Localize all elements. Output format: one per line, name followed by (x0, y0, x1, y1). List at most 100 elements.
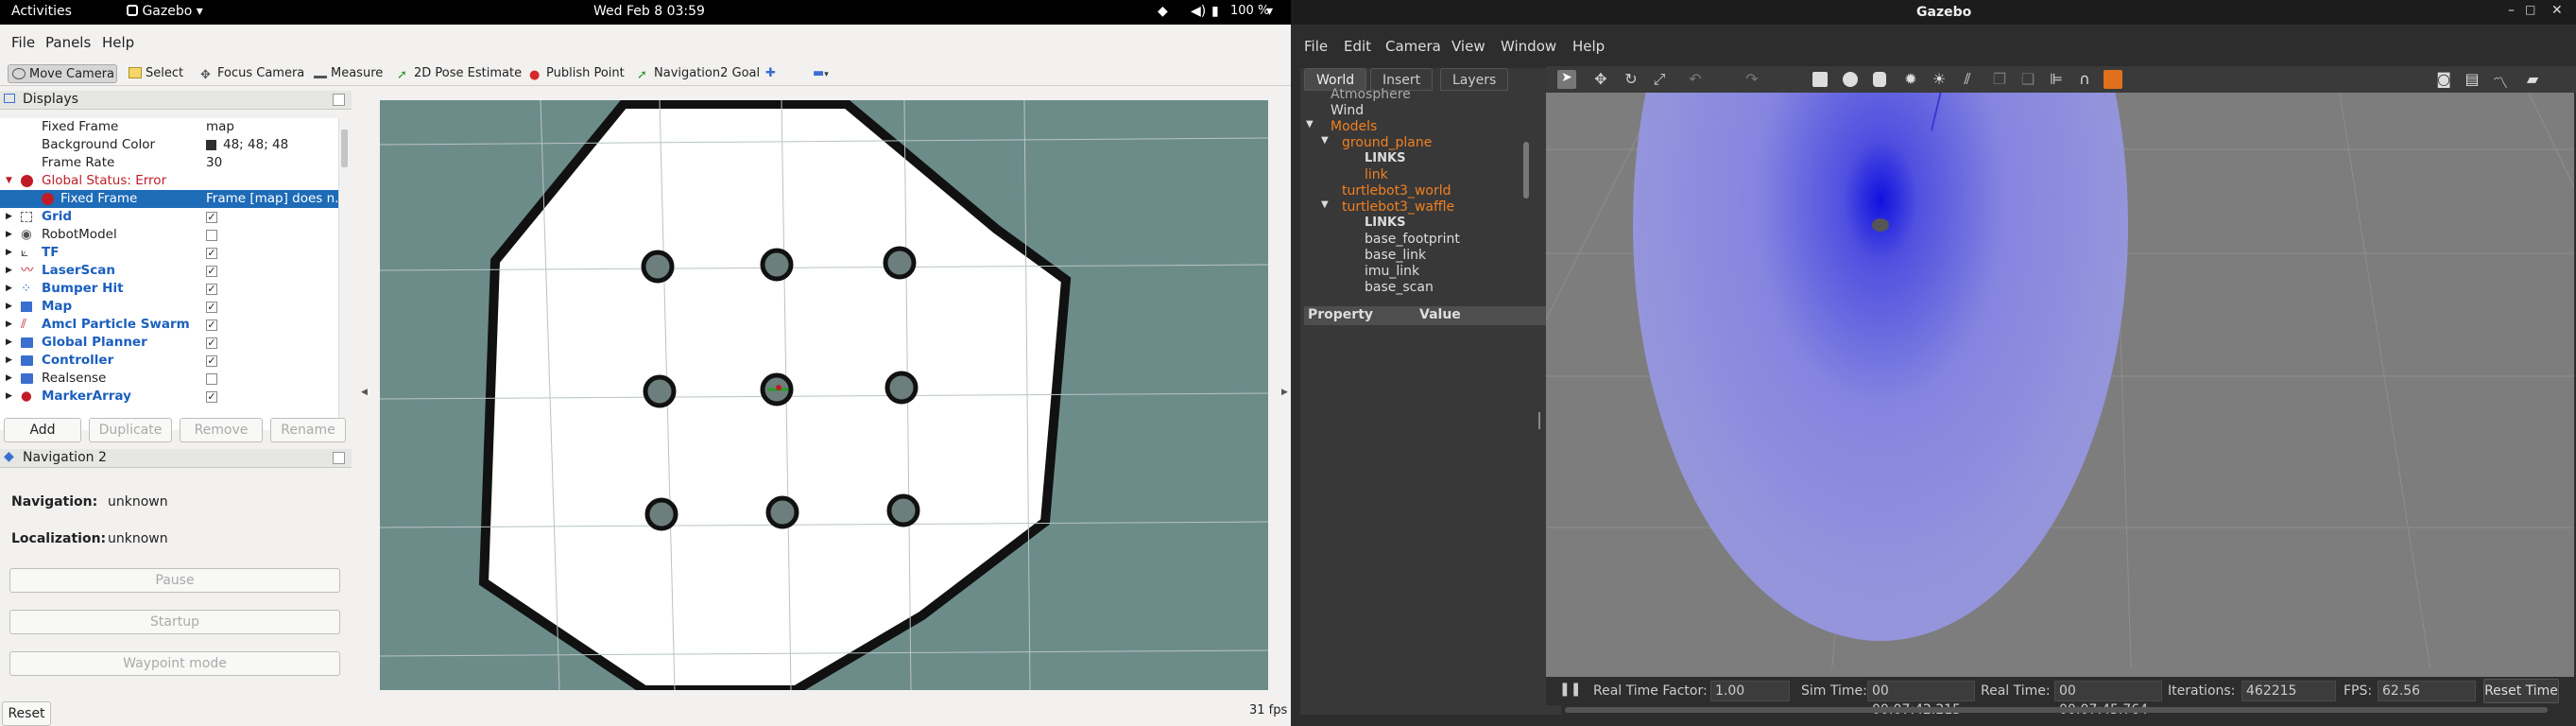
tree-item[interactable]: turtlebot3_world (1342, 183, 1451, 199)
activities-button[interactable]: Activities (11, 4, 72, 19)
fixed-frame-error-row[interactable]: Fixed Frame Frame [map] does n... (0, 190, 347, 208)
duplicate-button[interactable]: Duplicate (89, 418, 172, 442)
checkbox[interactable] (206, 373, 217, 385)
copy-icon[interactable]: ❐ (1990, 70, 2009, 89)
splitter-handle[interactable] (1538, 412, 1540, 429)
display-tf[interactable]: ▶ ⟀ TF ✓ (0, 244, 338, 262)
checkbox[interactable]: ✓ (206, 212, 217, 223)
tree-item[interactable]: Models (1331, 119, 1377, 134)
panel-close-icon[interactable] (333, 94, 345, 106)
publish-point-tool[interactable]: ● Publish Point (525, 64, 625, 83)
pause-icon[interactable]: ❚❚ (1559, 682, 1581, 697)
waypoint-mode-button[interactable]: Waypoint mode (9, 651, 340, 676)
tree-item[interactable]: link (1365, 167, 1388, 182)
tree-item[interactable]: turtlebot3_waffle (1342, 199, 1454, 215)
reset-button[interactable]: Reset (2, 701, 51, 726)
close-icon[interactable]: ✕ (2551, 3, 2563, 18)
background-color-row[interactable]: Background Color 48; 48; 48 (0, 136, 338, 154)
gz-menu-help[interactable]: Help (1572, 38, 1605, 55)
undo-icon[interactable]: ↶ (1686, 70, 1705, 89)
tree-item[interactable]: Wind (1331, 103, 1364, 118)
system-menu-chevron-icon[interactable]: ▾ (1266, 4, 1273, 19)
remove-tool-minus-icon[interactable]: ▬▾ (809, 64, 829, 83)
gz-menu-view[interactable]: View (1451, 38, 1485, 55)
rviz-3d-viewport[interactable] (380, 100, 1268, 690)
minimize-icon[interactable]: – (2508, 3, 2515, 18)
checkbox[interactable]: ✓ (206, 266, 217, 277)
display-map[interactable]: ▶ Map ✓ (0, 298, 338, 316)
display-global-planner[interactable]: ▶ Global Planner ✓ (0, 334, 338, 352)
pose-estimate-tool[interactable]: ➚ 2D Pose Estimate (393, 64, 522, 83)
battery-percent[interactable]: 100 % (1230, 4, 1269, 18)
collapse-left-arrow-icon[interactable]: ◀ (361, 388, 368, 397)
checkbox[interactable]: ✓ (206, 355, 217, 367)
tree-item[interactable]: base_link (1365, 248, 1426, 263)
measure-tool[interactable]: Measure (310, 64, 383, 83)
checkbox[interactable] (206, 230, 217, 241)
navigation2-goal-tool[interactable]: ➚ Navigation2 Goal (633, 64, 760, 83)
paste-icon[interactable]: ❏ (2018, 70, 2037, 89)
display-bumper-hit[interactable]: ▶ ⁘ Bumper Hit ✓ (0, 280, 338, 298)
remove-button[interactable]: Remove (180, 418, 263, 442)
change-view-icon[interactable] (2104, 70, 2122, 89)
cylinder-shape-icon[interactable] (1873, 72, 1886, 87)
display-robotmodel[interactable]: ▶ ◉ RobotModel (0, 226, 338, 244)
checkbox[interactable]: ✓ (206, 320, 217, 331)
network-icon[interactable]: ◆ (1158, 4, 1168, 19)
gazebo-3d-scene[interactable] (1546, 93, 2574, 694)
sphere-shape-icon[interactable] (1843, 72, 1858, 87)
expand-arrow-icon[interactable]: ▼ (1321, 199, 1329, 210)
maximize-icon[interactable]: □ (2525, 3, 2535, 16)
rotate-mode-icon[interactable]: ↻ (1622, 70, 1640, 89)
display-amcl-particle-swarm[interactable]: ▶ ⫽ Amcl Particle Swarm ✓ (0, 316, 338, 334)
checkbox[interactable]: ✓ (206, 302, 217, 313)
tree-item[interactable]: Atmosphere (1331, 87, 1411, 102)
tree-scrollbar[interactable] (1523, 142, 1529, 199)
expand-arrow-icon[interactable]: ▼ (6, 172, 12, 190)
display-grid[interactable]: ▶ Grid ✓ (0, 208, 338, 226)
frame-rate-row[interactable]: Frame Rate 30 (0, 154, 338, 172)
checkbox[interactable]: ✓ (206, 284, 217, 295)
redo-icon[interactable]: ↷ (1743, 70, 1761, 89)
reset-time-button[interactable]: Reset Time (2483, 679, 2559, 703)
display-markerarray[interactable]: ▶ ● MarkerArray ✓ (0, 388, 338, 406)
tree-item[interactable]: base_footprint (1365, 232, 1460, 247)
collapse-right-arrow-icon[interactable]: ▶ (1281, 388, 1288, 397)
menu-panels[interactable]: Panels (45, 34, 91, 51)
point-light-icon[interactable]: ✹ (1901, 70, 1920, 89)
expand-arrow-icon[interactable]: ▼ (1306, 119, 1314, 130)
select-tool[interactable]: Select (125, 64, 183, 83)
align-icon[interactable]: ⊫ (2047, 70, 2066, 89)
add-button[interactable]: Add (4, 418, 81, 442)
tab-layers[interactable]: Layers (1440, 68, 1509, 91)
checkbox[interactable]: ✓ (206, 337, 217, 349)
startup-button[interactable]: Startup (9, 610, 340, 634)
expand-arrow-icon[interactable]: ▼ (1321, 135, 1329, 146)
panel-close-icon[interactable] (333, 452, 345, 464)
gz-menu-edit[interactable]: Edit (1344, 38, 1371, 55)
clock[interactable]: Wed Feb 8 03:59 (593, 4, 705, 19)
display-realsense[interactable]: ▶ Realsense (0, 370, 338, 388)
log-icon[interactable]: ▤ (2463, 70, 2482, 89)
select-mode-arrow-icon[interactable]: ➤ (1557, 70, 1576, 89)
screenshot-camera-icon[interactable]: ◙ (2434, 70, 2453, 89)
gz-menu-file[interactable]: File (1304, 38, 1328, 55)
tree-item[interactable]: base_scan (1365, 280, 1434, 295)
tree-item[interactable]: ground_plane (1342, 135, 1432, 150)
menu-file[interactable]: File (11, 34, 35, 51)
menu-help[interactable]: Help (102, 34, 134, 51)
plot-icon[interactable]: 〽 (2491, 70, 2510, 92)
checkbox[interactable]: ✓ (206, 248, 217, 259)
rename-button[interactable]: Rename (270, 418, 346, 442)
global-status-row[interactable]: ▼ Global Status: Error (0, 172, 338, 190)
scale-mode-icon[interactable]: ⤢ (1650, 70, 1669, 89)
volume-icon[interactable]: ◀) (1191, 4, 1206, 19)
display-laserscan[interactable]: ▶ 〰 LaserScan ✓ (0, 262, 338, 280)
pause-button[interactable]: Pause (9, 568, 340, 593)
horizontal-scrollbar[interactable] (1565, 707, 2548, 713)
displays-scrollbar[interactable] (338, 118, 350, 430)
gz-menu-camera[interactable]: Camera (1385, 38, 1441, 55)
box-shape-icon[interactable] (1812, 72, 1828, 87)
directional-light-icon[interactable]: ⫽ (1958, 70, 1977, 89)
battery-icon[interactable]: ▮ (1211, 4, 1219, 19)
